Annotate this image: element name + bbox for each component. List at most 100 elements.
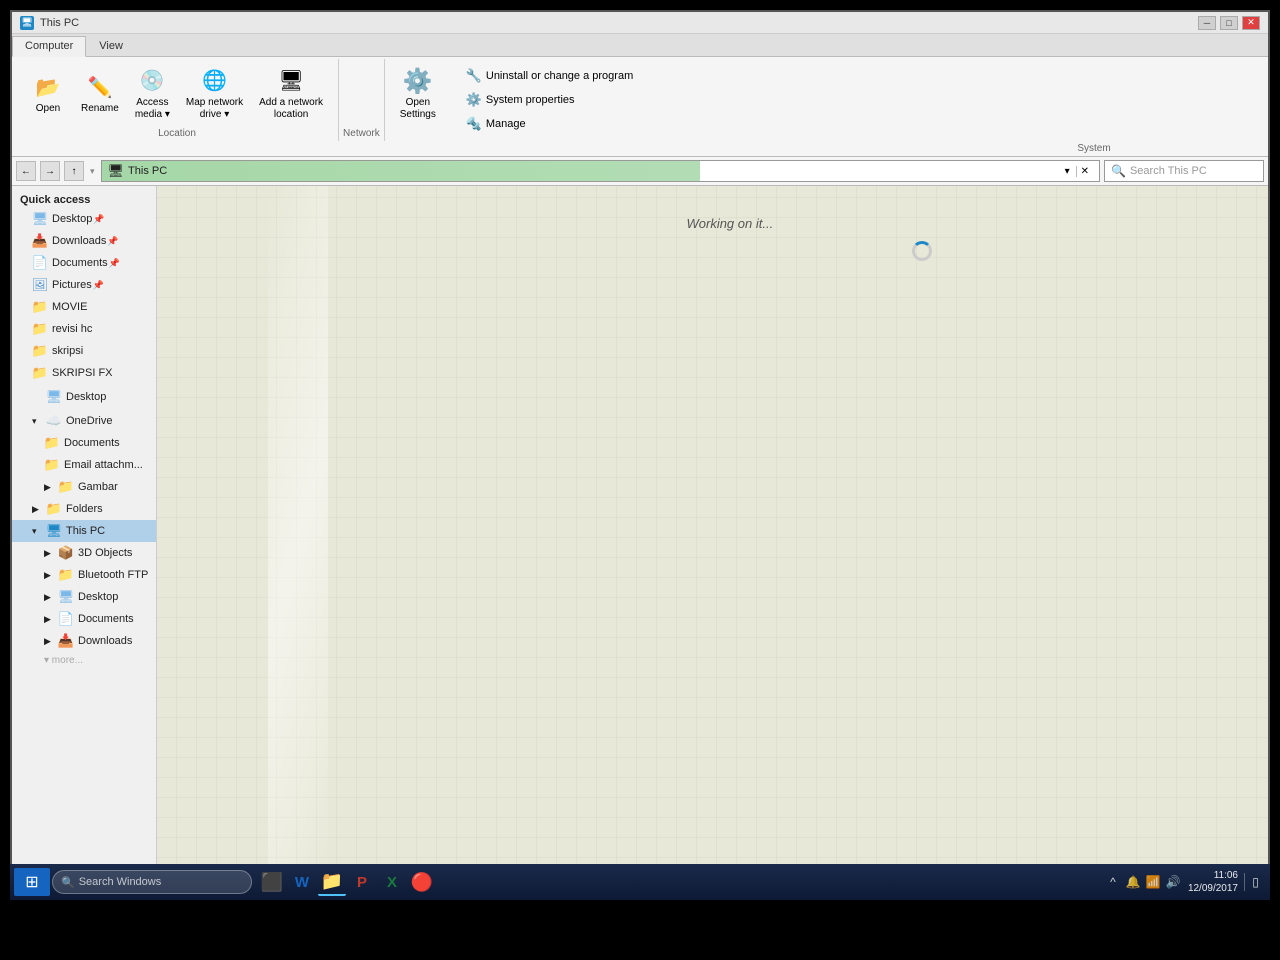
expand-icon: ▾	[32, 526, 44, 537]
folder-icon: 📁	[46, 501, 62, 517]
expand-icon: ▶	[44, 636, 56, 647]
map-network-drive-button[interactable]: 🌐 Map networkdrive ▾	[179, 63, 250, 125]
documents-icon: 📄	[32, 255, 48, 271]
sidebar-item-onedrive[interactable]: ▾ ☁️ OneDrive	[12, 410, 156, 432]
minimize-button[interactable]: ─	[1198, 16, 1216, 30]
powerpoint-app[interactable]: P	[348, 868, 376, 896]
pictures-icon: 🖼	[32, 277, 48, 293]
system-small-buttons: 🔧 Uninstall or change a program ⚙️ Syste…	[451, 63, 648, 137]
sidebar-item-movie[interactable]: 📁 MOVIE	[12, 296, 156, 318]
task-view-button[interactable]: ⬛	[258, 868, 286, 896]
sidebar-item-desktop-thispc[interactable]: ▶ 🖥 Desktop	[12, 586, 156, 608]
sidebar-item-label: 3D Objects	[78, 547, 132, 559]
search-icon: 🔍	[61, 876, 75, 889]
sidebar-item-onedrive-documents[interactable]: 📁 Documents	[12, 432, 156, 454]
volume-icon[interactable]: 🔊	[1164, 873, 1182, 891]
sidebar-item-bluetooth-ftp[interactable]: ▶ 📁 Bluetooth FTP	[12, 564, 156, 586]
taskbar: ⊞ 🔍 Search Windows ⬛ W 📁 P X 🔴 ^ 🔔 📶 🔊 1…	[10, 864, 1270, 900]
address-close-btn[interactable]: ✕	[1076, 166, 1093, 177]
close-button[interactable]: ✕	[1242, 16, 1260, 30]
desktop-icon: 🖥	[58, 589, 74, 605]
chrome-app[interactable]: 🔴	[408, 868, 436, 896]
sidebar-item-desktop-quick[interactable]: 🖥 Desktop 📌	[12, 208, 156, 230]
sidebar-item-label: Documents	[64, 437, 120, 449]
taskbar-search[interactable]: 🔍 Search Windows	[52, 870, 252, 894]
quick-access-header: Quick access	[12, 190, 156, 208]
address-path[interactable]: 🖥 This PC ▾ ✕	[101, 160, 1100, 182]
ribbon-group-system: ⚙️ OpenSettings 🔧 Uninstall or change a …	[385, 59, 657, 141]
add-network-location-button[interactable]: 🖥 Add a networklocation	[252, 63, 330, 125]
sidebar-item-documents-quick[interactable]: 📄 Documents 📌	[12, 252, 156, 274]
sidebar-item-this-pc[interactable]: ▾ 🖥 This PC	[12, 520, 156, 542]
search-box[interactable]: 🔍 Search This PC	[1104, 160, 1264, 182]
sidebar-item-email-attachments[interactable]: 📁 Email attachm...	[12, 454, 156, 476]
manage-button[interactable]: 🔩 Manage	[459, 113, 640, 135]
ribbon-content: 📂 Open ✏️ Rename 💿 Accessmedia ▾ 🌐 Map n…	[12, 57, 1268, 143]
open-icon: 📂	[34, 73, 62, 101]
sidebar-item-downloads-quick[interactable]: 📥 Downloads 📌	[12, 230, 156, 252]
tab-computer[interactable]: Computer	[12, 36, 86, 57]
pin-icon: 📌	[107, 236, 118, 247]
ribbon-group-network: Network	[339, 59, 385, 141]
tab-view[interactable]: View	[86, 36, 136, 56]
excel-app[interactable]: X	[378, 868, 406, 896]
word-app[interactable]: W	[288, 868, 316, 896]
forward-button[interactable]: →	[40, 161, 60, 181]
sidebar-item-label: Email attachm...	[64, 459, 143, 471]
file-explorer-app[interactable]: 📁	[318, 868, 346, 896]
sidebar-item-documents-thispc[interactable]: ▶ 📄 Documents	[12, 608, 156, 630]
address-dropdown-btn[interactable]: ▾	[1061, 166, 1074, 177]
sidebar-item-skripsi[interactable]: 📁 skripsi	[12, 340, 156, 362]
sidebar: Quick access 🖥 Desktop 📌 📥 Downloads 📌 📄…	[12, 186, 157, 897]
maximize-button[interactable]: □	[1220, 16, 1238, 30]
start-button[interactable]: ⊞	[14, 868, 50, 896]
sidebar-item-pictures-quick[interactable]: 🖼 Pictures 📌	[12, 274, 156, 296]
folder-icon: 📁	[32, 365, 48, 381]
desktop-icon: 🖥	[46, 389, 62, 405]
sidebar-item-label: Desktop	[52, 213, 92, 225]
location-group-label: Location	[158, 126, 196, 139]
sidebar-item-3d-objects[interactable]: ▶ 📦 3D Objects	[12, 542, 156, 564]
tray-clock[interactable]: 11:06 12/09/2017	[1188, 869, 1238, 895]
uninstall-icon: 🔧	[466, 68, 482, 84]
access-media-button[interactable]: 💿 Accessmedia ▾	[128, 63, 177, 125]
notification-icon[interactable]: 🔔	[1124, 873, 1142, 891]
recent-button[interactable]: ▾	[88, 166, 97, 177]
clock-date: 12/09/2017	[1188, 882, 1238, 895]
window-icon: 🖥	[20, 16, 34, 30]
up-button[interactable]: ↑	[64, 161, 84, 181]
system-properties-button[interactable]: ⚙️ System properties	[459, 89, 640, 111]
pin-icon: 📌	[93, 214, 104, 225]
sidebar-item-revisi[interactable]: 📁 revisi hc	[12, 318, 156, 340]
sidebar-item-gambar[interactable]: ▶ 📁 Gambar	[12, 476, 156, 498]
access-media-icon: 💿	[138, 67, 166, 95]
settings-icon: ⚙️	[404, 67, 432, 95]
open-button[interactable]: 📂 Open	[24, 69, 72, 118]
folder-icon: 📁	[44, 457, 60, 473]
uninstall-button[interactable]: 🔧 Uninstall or change a program	[459, 65, 640, 87]
sidebar-item-downloads-thispc[interactable]: ▶ 📥 Downloads	[12, 630, 156, 652]
show-desktop-button[interactable]: ▯	[1244, 873, 1262, 891]
open-settings-button[interactable]: ⚙️ OpenSettings	[393, 63, 443, 137]
sidebar-item-folders[interactable]: ▶ 📁 Folders	[12, 498, 156, 520]
clock-time: 11:06	[1188, 869, 1238, 882]
rename-button[interactable]: ✏️ Rename	[74, 69, 126, 118]
back-button[interactable]: ←	[16, 161, 36, 181]
search-icon: 🔍	[1111, 164, 1126, 178]
title-bar: 🖥 This PC ─ □ ✕	[12, 12, 1268, 34]
network-icon[interactable]: 📶	[1144, 873, 1162, 891]
folder-icon: 📁	[32, 299, 48, 315]
folder-icon: 📁	[44, 435, 60, 451]
window-controls: ─ □ ✕	[1198, 16, 1260, 30]
this-pc-icon: 🖥	[46, 523, 62, 539]
sidebar-item-desktop-tree[interactable]: 🖥 Desktop	[12, 386, 156, 408]
address-progress-bar	[102, 161, 700, 181]
ribbon-tabs: Computer View	[12, 34, 1268, 57]
sidebar-item-skripsi-fx[interactable]: 📁 SKRIPSI FX	[12, 362, 156, 384]
expand-icon: ▶	[44, 548, 56, 559]
chevron-tray-icon[interactable]: ^	[1104, 873, 1122, 891]
sidebar-item-label: Downloads	[78, 635, 132, 647]
taskbar-apps: ⬛ W 📁 P X 🔴	[258, 868, 436, 896]
content-area: Working on it...	[157, 186, 1268, 897]
sidebar-item-label: Pictures	[52, 279, 92, 291]
